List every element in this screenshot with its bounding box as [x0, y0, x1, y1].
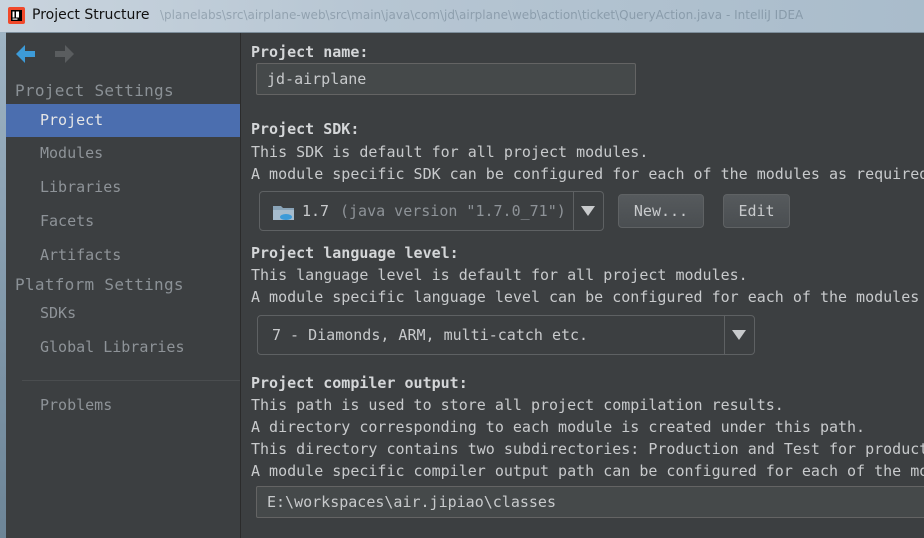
back-arrow-icon[interactable]	[14, 43, 38, 65]
compiler-output-description-3: This directory contains two subdirectori…	[251, 440, 924, 458]
language-level-description: This language level is default for all p…	[251, 266, 748, 284]
project-sdk-description-2: A module specific SDK can be configured …	[251, 165, 924, 183]
sdk-version-detail: (java version "1.7.0_71")	[340, 202, 566, 220]
sidebar-item-facets[interactable]: Facets	[6, 205, 240, 238]
sidebar-divider	[22, 380, 240, 381]
sidebar-item-libraries[interactable]: Libraries	[6, 171, 240, 204]
sdk-version: 1.7	[302, 202, 330, 220]
compiler-output-description: This path is used to store all project c…	[251, 396, 784, 414]
edit-sdk-button[interactable]: Edit	[723, 194, 790, 228]
new-sdk-button[interactable]: New...	[618, 194, 704, 228]
sidebar-item-artifacts[interactable]: Artifacts	[6, 239, 240, 272]
compiler-output-path-input[interactable]	[256, 486, 924, 518]
window-title-bar: Project Structure \planelabs\src\airplan…	[0, 0, 924, 33]
chevron-down-icon	[732, 330, 746, 340]
sidebar-item-modules[interactable]: Modules	[6, 137, 240, 170]
language-level-description-2: A module specific language level can be …	[251, 288, 924, 306]
chevron-down-icon	[581, 206, 595, 216]
language-level-dropdown[interactable]: 7 - Diamonds, ARM, multi-catch etc.	[257, 315, 755, 355]
section-header-project-settings: Project Settings	[15, 81, 174, 100]
compiler-output-label: Project compiler output:	[251, 374, 468, 392]
section-header-platform-settings: Platform Settings	[15, 275, 184, 294]
project-name-input[interactable]	[256, 63, 636, 95]
sdk-folder-icon	[273, 206, 294, 220]
project-name-label: Project name:	[251, 43, 369, 61]
language-level-label: Project language level:	[251, 244, 459, 262]
project-sdk-description: This SDK is default for all project modu…	[251, 143, 649, 161]
background-window-title: \planelabs\src\airplane-web\src\main\jav…	[160, 8, 804, 22]
sidebar: Project Settings Project Modules Librari…	[6, 33, 241, 538]
project-sdk-label: Project SDK:	[251, 120, 360, 138]
language-level-value: 7 - Diamonds, ARM, multi-catch etc.	[272, 326, 589, 344]
forward-arrow-icon[interactable]	[52, 43, 76, 65]
sidebar-item-global-libraries[interactable]: Global Libraries	[6, 331, 240, 364]
sidebar-item-problems[interactable]: Problems	[6, 389, 240, 422]
compiler-output-description-4: A module specific compiler output path c…	[251, 462, 924, 480]
intellij-idea-icon	[8, 7, 25, 24]
compiler-output-description-2: A directory corresponding to each module…	[251, 418, 866, 436]
sidebar-item-sdks[interactable]: SDKs	[6, 297, 240, 330]
sidebar-item-project[interactable]: Project	[6, 104, 240, 137]
dropdown-divider	[573, 192, 574, 230]
window-title: Project Structure	[32, 7, 150, 23]
project-settings-panel: Project name: Project SDK: This SDK is d…	[241, 33, 924, 538]
dropdown-divider	[724, 316, 725, 354]
project-sdk-dropdown[interactable]: 1.7 (java version "1.7.0_71")	[259, 191, 604, 231]
